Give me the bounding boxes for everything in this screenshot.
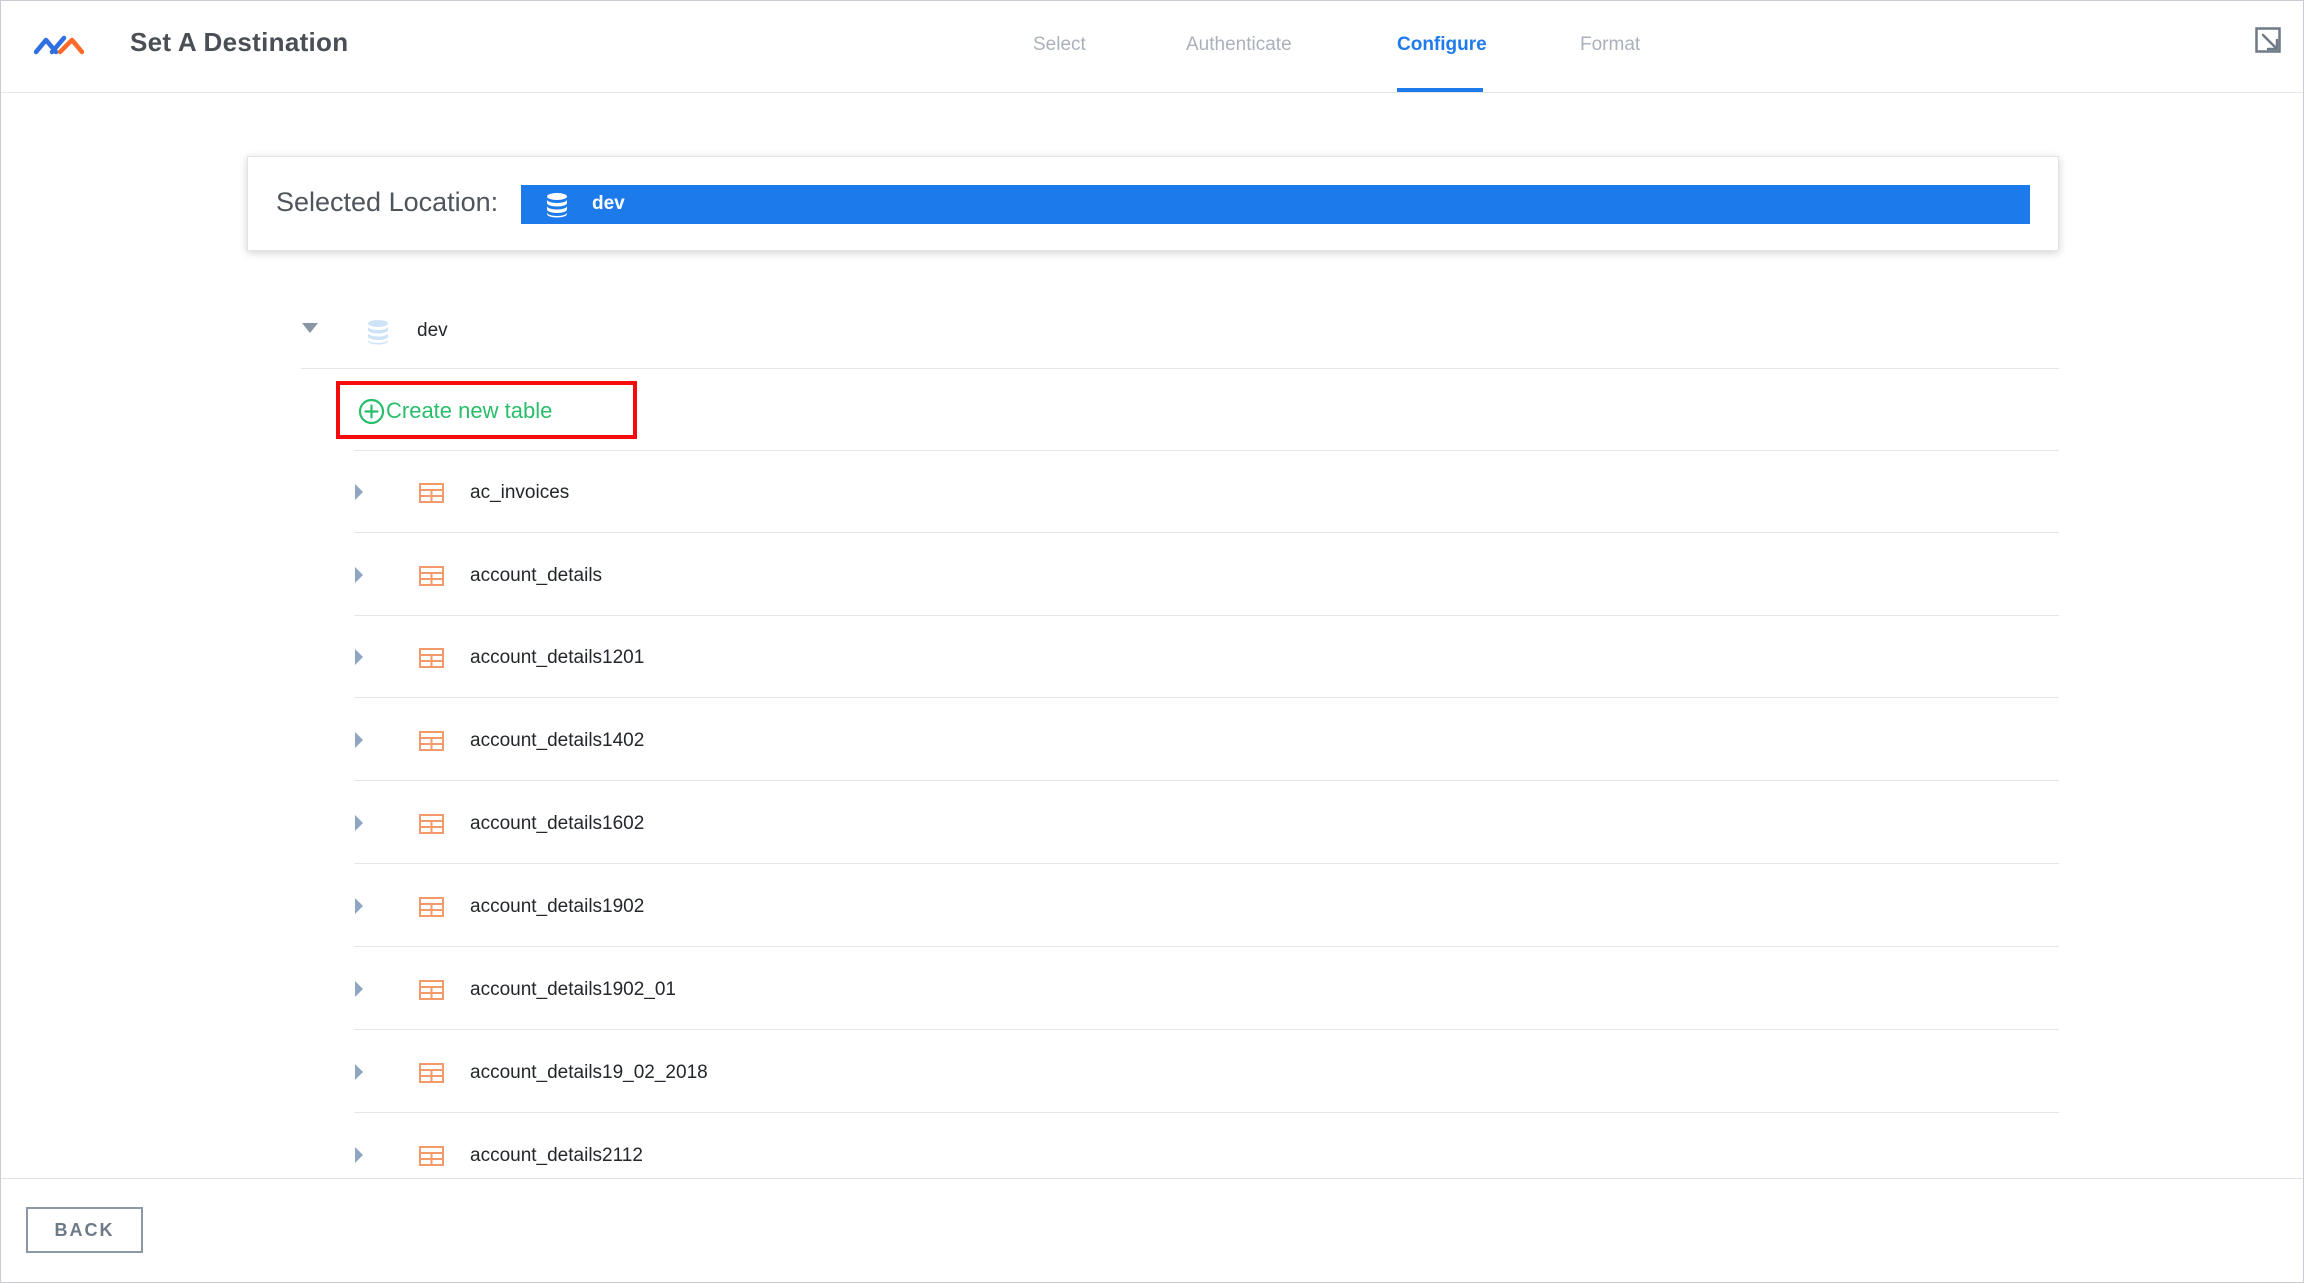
step-label: Authenticate [1186, 34, 1292, 55]
table-name: account_details2112 [470, 1145, 643, 1166]
selected-location-value-bar: dev [521, 185, 2030, 224]
selected-location-card: Selected Location: dev [247, 156, 2059, 251]
table-row[interactable]: ac_invoices [354, 450, 2059, 533]
step-select[interactable]: Select [1033, 1, 1089, 92]
active-step-indicator [1397, 88, 1483, 92]
footer-bar: BACK [1, 1178, 2303, 1282]
caret-right-icon[interactable] [354, 897, 364, 915]
step-authenticate[interactable]: Authenticate [1186, 1, 1301, 92]
step-label: Configure [1397, 34, 1487, 55]
table-name: account_details1902_01 [470, 979, 677, 1000]
table-icon [419, 980, 444, 1000]
table-icon [419, 731, 444, 751]
caret-right-icon[interactable] [354, 814, 364, 832]
caret-right-icon[interactable] [354, 566, 364, 584]
caret-right-icon[interactable] [354, 731, 364, 749]
table-icon [419, 566, 444, 586]
create-new-table-button[interactable]: Create new table [358, 397, 552, 425]
app-window: Set A Destination Select Authenticate Co… [0, 0, 2304, 1283]
caret-right-icon[interactable] [354, 980, 364, 998]
table-name: account_details1402 [470, 730, 645, 751]
table-row[interactable]: account_details1402 [354, 698, 2059, 781]
header-bar: Set A Destination Select Authenticate Co… [1, 1, 2303, 93]
table-name: account_details1201 [470, 647, 645, 668]
selected-location-value: dev [592, 193, 625, 214]
create-new-table-label: Create new table [386, 398, 553, 423]
page-title: Set A Destination [130, 27, 349, 57]
table-icon [419, 648, 444, 668]
selected-location-label: Selected Location: [276, 187, 499, 217]
table-name: ac_invoices [470, 482, 570, 503]
step-label: Format [1580, 34, 1641, 55]
step-configure[interactable]: Configure [1397, 1, 1487, 92]
create-table-row: Create new table [336, 368, 2059, 451]
database-icon [368, 320, 388, 345]
database-icon [547, 193, 567, 218]
step-format[interactable]: Format [1580, 1, 1646, 92]
table-row[interactable]: account_details19_02_2018 [354, 1030, 2059, 1113]
table-icon [419, 897, 444, 917]
table-row[interactable]: account_details [354, 533, 2059, 616]
table-row[interactable]: account_details1902_01 [354, 947, 2059, 1030]
caret-right-icon[interactable] [354, 648, 364, 666]
add-circle-icon [358, 398, 385, 424]
table-row[interactable]: account_details1602 [354, 781, 2059, 864]
caret-right-icon[interactable] [354, 483, 364, 501]
table-row[interactable]: account_details1201 [354, 615, 2059, 698]
table-name: account_details [470, 565, 603, 586]
caret-right-icon[interactable] [354, 1063, 364, 1081]
app-logo [34, 35, 84, 55]
table-row[interactable]: account_details1902 [354, 864, 2059, 947]
table-name: account_details1902 [470, 896, 645, 917]
caret-right-icon[interactable] [354, 1146, 364, 1164]
back-button[interactable]: BACK [26, 1207, 143, 1253]
table-icon [419, 483, 444, 503]
caret-down-icon[interactable] [301, 322, 319, 334]
tree-root-label: dev [417, 320, 448, 341]
expand-arrow-icon[interactable] [2255, 27, 2283, 55]
table-name: account_details1602 [470, 813, 645, 834]
tree-root-dev[interactable]: dev [301, 301, 2059, 369]
table-icon [419, 814, 444, 834]
step-label: Select [1033, 34, 1086, 55]
table-icon [419, 1063, 444, 1083]
table-name: account_details19_02_2018 [470, 1062, 708, 1083]
table-icon [419, 1146, 444, 1166]
